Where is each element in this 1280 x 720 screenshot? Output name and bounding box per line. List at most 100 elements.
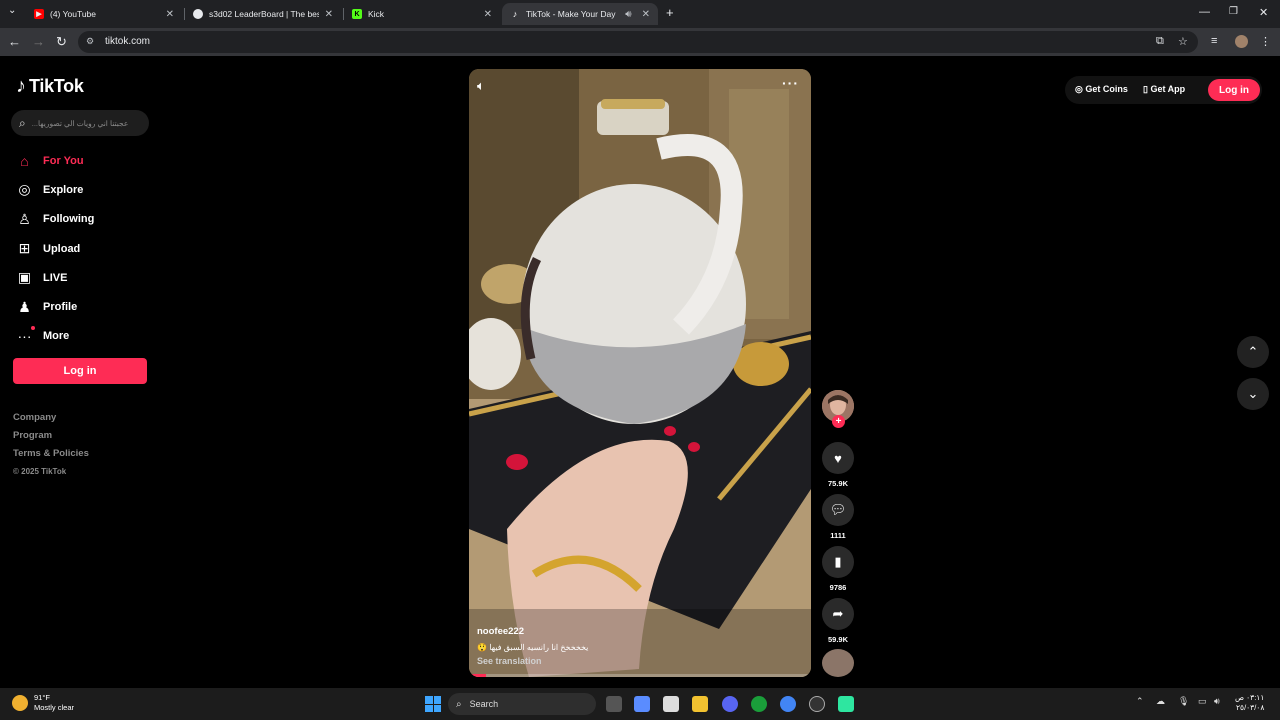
back-icon[interactable]: ← bbox=[8, 34, 21, 50]
start-icon[interactable] bbox=[425, 696, 441, 712]
chevron-up-icon: ⌃ bbox=[1247, 344, 1259, 359]
volume-icon[interactable]: 🔈︎ bbox=[477, 78, 485, 94]
like-count: 75.9K bbox=[827, 479, 848, 488]
footer-link-company[interactable]: Company bbox=[13, 412, 89, 430]
close-icon[interactable]: ✕ bbox=[642, 9, 650, 20]
coin-icon: ◎ bbox=[1075, 84, 1086, 94]
cloud-icon[interactable]: ☁ bbox=[1156, 696, 1165, 707]
copilot-icon[interactable] bbox=[634, 696, 650, 712]
sidebar-item-explore[interactable]: ◎ Explore bbox=[16, 175, 94, 204]
sidebar-item-for-you[interactable]: ⌂ For You bbox=[16, 146, 94, 175]
music-disc-icon[interactable] bbox=[822, 649, 854, 677]
speaker-icon[interactable]: 🔊︎ bbox=[1214, 696, 1220, 707]
sidebar-item-live[interactable]: ▣ LIVE bbox=[16, 263, 94, 292]
close-icon[interactable]: ✕ bbox=[325, 9, 333, 20]
footer-link-program[interactable]: Program bbox=[13, 430, 89, 448]
sidebar-item-label: Following bbox=[43, 213, 95, 226]
site-info-icon[interactable]: ⚙ bbox=[86, 36, 94, 47]
restore-icon[interactable]: ❐ bbox=[1229, 6, 1238, 17]
bookmark-icon: ▮ bbox=[822, 546, 854, 578]
youtube-icon: ▶ bbox=[34, 9, 44, 19]
close-icon[interactable]: ✕ bbox=[484, 9, 492, 20]
media-control-icon[interactable]: ≡ bbox=[1211, 35, 1217, 47]
more-options-icon[interactable]: ··· bbox=[782, 75, 799, 91]
share-button[interactable]: ➦ 59.9K bbox=[822, 598, 854, 644]
tab-title: TikTok - Make Your Day bbox=[526, 9, 616, 19]
home-icon: ⌂ bbox=[20, 152, 29, 169]
tab-kick[interactable]: K Kick ✕ bbox=[344, 3, 500, 25]
kick-icon: K bbox=[352, 9, 362, 19]
get-app-label: Get App bbox=[1150, 84, 1186, 94]
notification-dot bbox=[31, 326, 35, 331]
tiktok-page: ♪ TikTok ⌕ ...عجبتنا اني رويات الي تصوري… bbox=[0, 56, 1280, 688]
sidebar-item-profile[interactable]: ♟ Profile bbox=[16, 292, 94, 321]
install-app-icon[interactable]: ⧉ bbox=[1156, 35, 1164, 48]
new-tab-icon[interactable]: + bbox=[666, 5, 674, 20]
site-icon bbox=[193, 9, 203, 19]
tab-title: s3d02 LeaderBoard | The best C bbox=[209, 9, 319, 19]
footer-link-terms[interactable]: Terms & Policies bbox=[13, 448, 89, 466]
get-app-button[interactable]: ▯ Get App bbox=[1143, 84, 1185, 95]
clock-date: ٢٥/٠٣/٠٨ bbox=[1236, 703, 1265, 712]
save-button[interactable]: ▮ 9786 bbox=[822, 546, 854, 592]
follow-plus-icon[interactable]: + bbox=[832, 415, 845, 428]
minimize-icon[interactable]: — bbox=[1199, 6, 1210, 18]
share-icon: ➦ bbox=[822, 598, 854, 630]
xbox-icon[interactable] bbox=[751, 696, 767, 712]
discord-icon[interactable] bbox=[722, 696, 738, 712]
get-coins-button[interactable]: ◎ Get Coins bbox=[1075, 84, 1128, 95]
weather-widget[interactable]: 91°F Mostly clear bbox=[12, 693, 74, 713]
sidebar-item-upload[interactable]: ⊞ Upload bbox=[16, 234, 94, 263]
app-icon-2[interactable] bbox=[838, 696, 854, 712]
video-progress-bar[interactable] bbox=[469, 674, 811, 677]
tiktok-icon: ♪ bbox=[512, 9, 518, 19]
tab-leaderboard[interactable]: s3d02 LeaderBoard | The best C ✕ bbox=[185, 3, 341, 25]
close-icon[interactable]: ✕ bbox=[166, 9, 174, 20]
sidebar-item-label: Upload bbox=[43, 242, 81, 255]
upload-icon: ⊞ bbox=[18, 240, 31, 257]
window-close-icon[interactable]: ✕ bbox=[1259, 6, 1268, 19]
previous-video-button[interactable]: ⌃ bbox=[1237, 336, 1269, 368]
network-icon[interactable]: ▭ bbox=[1198, 696, 1207, 707]
speaker-icon[interactable]: 🔊︎ bbox=[625, 9, 631, 20]
search-placeholder: ...عجبتنا اني رويات الي تصوريها bbox=[31, 118, 129, 128]
sidebar-item-more[interactable]: ··· More bbox=[16, 322, 94, 351]
sidebar-item-label: LIVE bbox=[43, 271, 68, 284]
taskbar-search[interactable]: ⌕ Search bbox=[448, 693, 596, 715]
tray-chevron-icon[interactable]: ⌃ bbox=[1136, 696, 1144, 707]
sidebar-login-button[interactable]: Log in bbox=[13, 358, 147, 384]
tiktok-logo[interactable]: ♪ TikTok bbox=[16, 75, 84, 98]
sidebar-item-following[interactable]: ♙ Following bbox=[16, 205, 94, 234]
bookmark-star-icon[interactable]: ☆ bbox=[1178, 35, 1188, 48]
forward-icon[interactable]: → bbox=[32, 34, 45, 50]
microphone-icon[interactable]: 🎙︎ bbox=[1178, 696, 1189, 707]
video-player[interactable]: 🔈︎ ··· noofee222 😲 يخخخخخ انا رانسيه الس… bbox=[469, 69, 811, 677]
taskbar-clock[interactable]: ٠٣:١١ ص ٢٥/٠٣/٠٨ bbox=[1235, 693, 1264, 713]
see-translation-link[interactable]: See translation bbox=[477, 656, 542, 666]
following-icon: ♙ bbox=[18, 210, 31, 227]
file-explorer-icon[interactable] bbox=[692, 696, 708, 712]
tab-youtube[interactable]: ▶ (4) YouTube ✕ bbox=[26, 3, 182, 25]
tab-tiktok[interactable]: ♪ TikTok - Make Your Day 🔊︎ ✕ bbox=[502, 3, 658, 25]
app-icon[interactable] bbox=[809, 696, 825, 712]
chrome-icon[interactable] bbox=[780, 696, 796, 712]
video-username[interactable]: noofee222 bbox=[477, 626, 524, 637]
profile-avatar[interactable] bbox=[1235, 35, 1248, 48]
address-bar[interactable]: ⚙ tiktok.com bbox=[78, 31, 1198, 53]
reload-icon[interactable]: ↻ bbox=[56, 34, 67, 50]
store-icon[interactable] bbox=[663, 696, 679, 712]
search-input[interactable]: ⌕ ...عجبتنا اني رويات الي تصوريها bbox=[11, 110, 149, 136]
like-button[interactable]: ♥ 75.9K bbox=[822, 442, 854, 488]
weather-text: Mostly clear bbox=[34, 703, 75, 712]
weather-icon bbox=[12, 695, 28, 711]
next-video-button[interactable]: ⌄ bbox=[1237, 378, 1269, 410]
menu-icon[interactable]: ⋮ bbox=[1260, 35, 1271, 48]
compass-icon: ◎ bbox=[18, 181, 31, 198]
comment-icon: 💬︎ bbox=[822, 494, 854, 526]
temperature-text: 91°F bbox=[34, 693, 50, 702]
save-count: 9786 bbox=[829, 583, 847, 592]
comment-button[interactable]: 💬︎ 1111 bbox=[822, 494, 854, 540]
tab-search-icon[interactable]: ⌄ bbox=[8, 5, 16, 16]
task-view-icon[interactable] bbox=[606, 696, 622, 712]
login-button[interactable]: Log in bbox=[1208, 79, 1260, 101]
